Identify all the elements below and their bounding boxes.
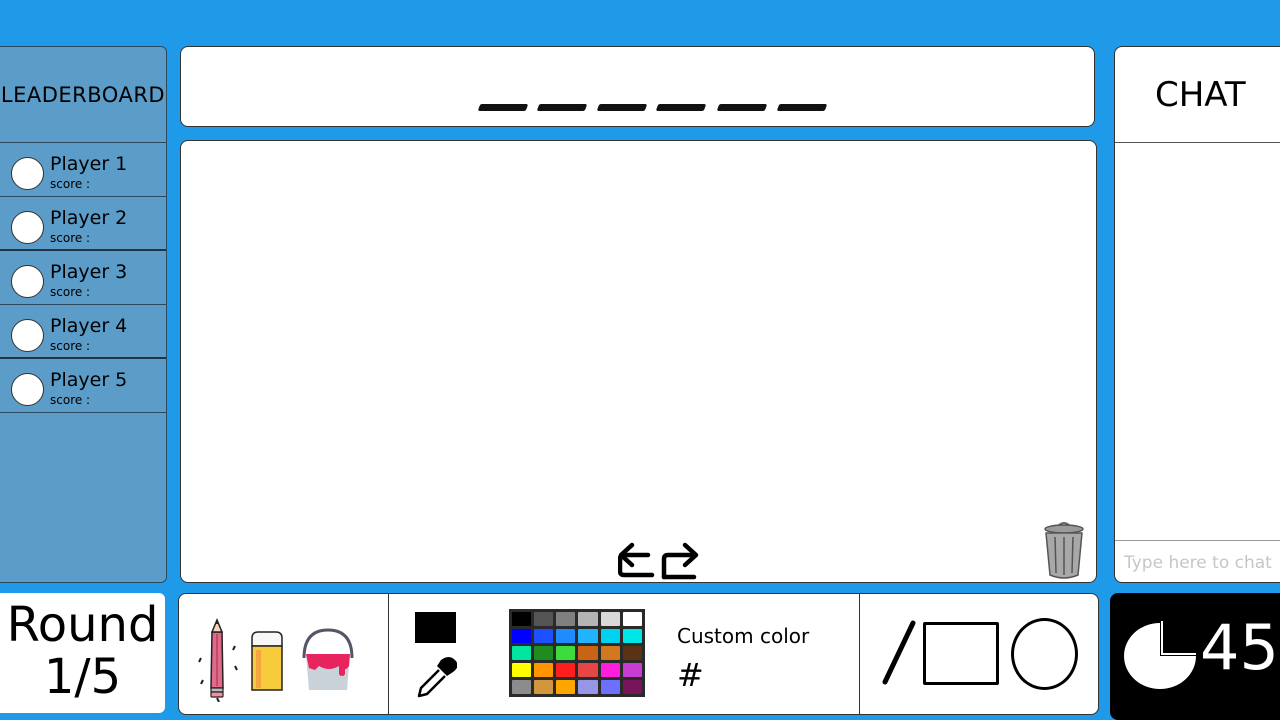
timer-panel: 45 <box>1110 593 1280 720</box>
color-swatch[interactable] <box>622 680 642 694</box>
avatar <box>11 373 44 406</box>
color-swatch[interactable] <box>600 612 620 626</box>
avatar <box>11 265 44 298</box>
current-color-swatch <box>415 612 456 643</box>
player-score: score : <box>50 285 91 299</box>
line-icon[interactable] <box>879 620 919 686</box>
letter-blank <box>776 104 828 111</box>
avatar <box>11 319 44 352</box>
color-swatch[interactable] <box>556 629 576 643</box>
color-swatch[interactable] <box>556 680 576 694</box>
color-swatch[interactable] <box>578 612 598 626</box>
color-swatch[interactable] <box>534 629 554 643</box>
toolbar-divider <box>859 594 860 714</box>
avatar <box>11 157 44 190</box>
letter-blank <box>477 104 529 111</box>
chat-panel: CHAT <box>1114 46 1280 584</box>
leaderboard-title: LEADERBOARD <box>0 47 166 143</box>
color-swatch[interactable] <box>622 612 642 626</box>
round-value: 1/5 <box>43 649 122 705</box>
timer-value: 45 <box>1200 611 1279 684</box>
undo-arrow-icon[interactable] <box>618 542 655 578</box>
color-swatch[interactable] <box>556 663 576 677</box>
color-swatch[interactable] <box>512 629 532 643</box>
player-score: score : <box>50 393 91 407</box>
player-score: score : <box>50 177 91 191</box>
color-swatch[interactable] <box>556 612 576 626</box>
round-indicator: Round 1/5 <box>0 593 165 713</box>
color-swatch[interactable] <box>600 646 620 660</box>
color-swatch[interactable] <box>512 612 532 626</box>
toolbar-divider <box>388 594 389 714</box>
color-swatch[interactable] <box>600 680 620 694</box>
drawing-toolbar: Custom color # <box>178 593 1099 715</box>
color-palette <box>509 609 645 697</box>
color-swatch[interactable] <box>512 663 532 677</box>
rectangle-icon[interactable] <box>923 622 999 685</box>
paint-bucket-icon[interactable] <box>301 628 355 694</box>
color-swatch[interactable] <box>512 680 532 694</box>
redo-arrow-icon[interactable] <box>661 542 699 580</box>
leaderboard-row: Player 2 score : <box>0 197 166 251</box>
drawing-canvas[interactable] <box>180 140 1097 583</box>
player-name: Player 3 <box>50 261 128 283</box>
leaderboard-row: Player 5 score : <box>0 359 166 413</box>
color-swatch[interactable] <box>534 612 554 626</box>
eyedropper-icon[interactable] <box>415 656 457 698</box>
eraser-icon[interactable] <box>247 630 287 694</box>
player-name: Player 2 <box>50 207 128 229</box>
player-name: Player 5 <box>50 369 128 391</box>
color-swatch[interactable] <box>556 646 576 660</box>
chat-title: CHAT <box>1115 47 1280 143</box>
player-name: Player 4 <box>50 315 128 337</box>
color-swatch[interactable] <box>534 646 554 660</box>
trash-icon[interactable] <box>1043 521 1085 579</box>
round-label: Round <box>6 597 159 653</box>
color-swatch[interactable] <box>578 646 598 660</box>
chat-input[interactable] <box>1115 540 1280 584</box>
letter-blank <box>536 104 588 111</box>
leaderboard-row: Player 4 score : <box>0 305 166 359</box>
player-name: Player 1 <box>50 153 128 175</box>
letter-blank <box>716 104 768 111</box>
player-score: score : <box>50 231 91 245</box>
color-swatch[interactable] <box>600 663 620 677</box>
color-swatch[interactable] <box>600 629 620 643</box>
color-swatch[interactable] <box>622 646 642 660</box>
custom-color-hash[interactable]: # <box>677 656 704 694</box>
letter-blank <box>596 104 648 111</box>
pencil-icon[interactable] <box>195 618 243 702</box>
player-score: score : <box>50 339 91 353</box>
letter-blank <box>655 104 707 111</box>
color-swatch[interactable] <box>578 680 598 694</box>
leaderboard-row: Player 1 score : <box>0 143 166 197</box>
clock-icon <box>1124 621 1196 689</box>
color-swatch[interactable] <box>534 663 554 677</box>
leaderboard-panel: LEADERBOARD Player 1 score : Player 2 sc… <box>0 46 167 583</box>
color-swatch[interactable] <box>622 663 642 677</box>
color-swatch[interactable] <box>578 663 598 677</box>
color-swatch[interactable] <box>578 629 598 643</box>
undo-redo-controls <box>618 542 699 580</box>
color-swatch[interactable] <box>534 680 554 694</box>
custom-color-label: Custom color <box>677 624 810 648</box>
avatar <box>11 211 44 244</box>
color-swatch[interactable] <box>512 646 532 660</box>
color-swatch[interactable] <box>622 629 642 643</box>
leaderboard-row: Player 3 score : <box>0 251 166 305</box>
word-hint-box <box>180 46 1095 127</box>
circle-icon[interactable] <box>1011 618 1078 690</box>
